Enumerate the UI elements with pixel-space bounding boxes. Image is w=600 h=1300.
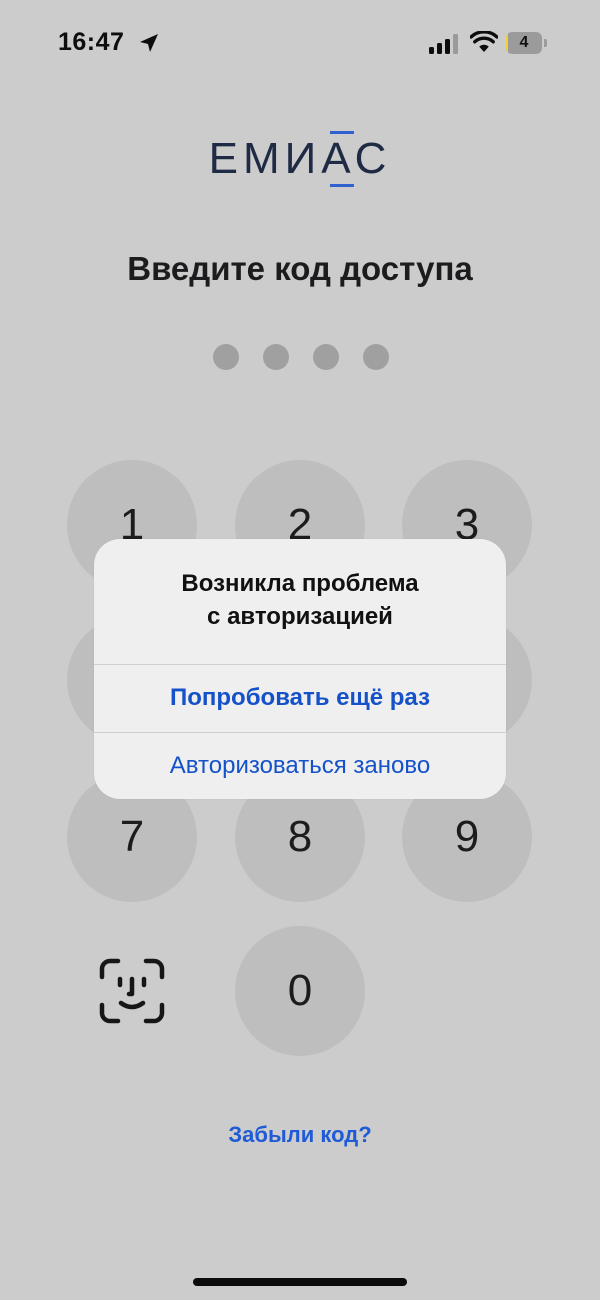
pin-dot xyxy=(363,344,389,370)
face-id-icon xyxy=(99,958,165,1024)
pin-dot xyxy=(213,344,239,370)
pin-dot xyxy=(263,344,289,370)
status-bar: 16:47 4 xyxy=(0,0,600,90)
location-arrow-icon xyxy=(140,34,158,52)
pin-dot xyxy=(313,344,339,370)
status-time: 16:47 xyxy=(58,28,125,56)
pin-indicator xyxy=(213,344,389,370)
alert-title: Возникла проблема с авторизацией xyxy=(114,567,486,633)
auth-error-alert: Возникла проблема с авторизацией Попробо… xyxy=(94,539,506,799)
app-logo: ЕМИАС xyxy=(200,128,400,190)
face-id-button[interactable] xyxy=(67,926,197,1056)
wifi-icon xyxy=(470,31,498,52)
cellular-signal-icon xyxy=(429,34,458,54)
alert-title-line2: с авторизацией xyxy=(207,603,393,630)
app-logo-text: ЕМИАС xyxy=(208,134,392,183)
battery-icon: 4 xyxy=(506,32,548,54)
forgot-code-link[interactable]: Забыли код? xyxy=(0,1122,600,1148)
reauthorize-button[interactable]: Авторизоваться заново xyxy=(94,733,506,799)
home-indicator[interactable] xyxy=(193,1278,407,1286)
battery-level: 4 xyxy=(519,34,529,51)
alert-title-line1: Возникла проблема xyxy=(181,570,419,597)
keypad-key-0[interactable]: 0 xyxy=(235,926,365,1056)
retry-button[interactable]: Попробовать ещё раз xyxy=(94,665,506,731)
page-title: Введите код доступа xyxy=(127,250,473,287)
